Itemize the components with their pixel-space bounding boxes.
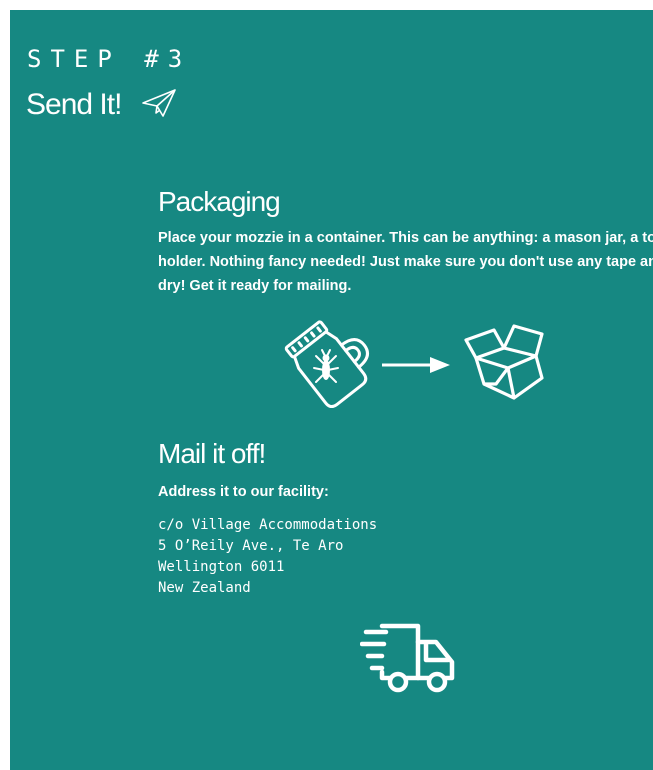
page-title: Send It! [26, 87, 122, 121]
packaging-text: Place your mozzie in a container. This c… [158, 226, 653, 298]
packaging-section: Packaging Place your mozzie in a contain… [158, 186, 653, 298]
mailing-address: c/o Village Accommodations 5 O’Reily Ave… [158, 515, 377, 599]
address-line: 5 O’Reily Ave., Te Aro [158, 538, 344, 554]
section-title-row: Send It! [26, 86, 177, 123]
arrow-right-icon [380, 356, 452, 379]
step-label: STEP #3 [27, 45, 192, 73]
paper-plane-icon [141, 88, 177, 123]
address-line: New Zealand [158, 580, 251, 596]
address-line: c/o Village Accommodations [158, 517, 378, 533]
address-line: Wellington 6011 [158, 559, 285, 575]
send-it-panel: STEP #3 Send It! Packaging Place your mo… [10, 10, 653, 770]
packaging-text-line: holder. Nothing fancy needed! Just make … [158, 254, 653, 270]
box-icon [456, 320, 550, 407]
mail-section: Mail it off! Address it to our facility: [158, 438, 653, 504]
mail-intro-text: Address it to our facility: [158, 484, 329, 500]
packaging-heading: Packaging [158, 186, 281, 217]
mason-jar-mosquito-icon [282, 320, 372, 413]
mail-heading: Mail it off! [158, 438, 266, 469]
delivery-truck-icon [359, 622, 458, 699]
packaging-text-line: Place your mozzie in a container. This c… [158, 230, 653, 246]
packaging-text-line: dry! Get it ready for mailing. [158, 278, 352, 294]
